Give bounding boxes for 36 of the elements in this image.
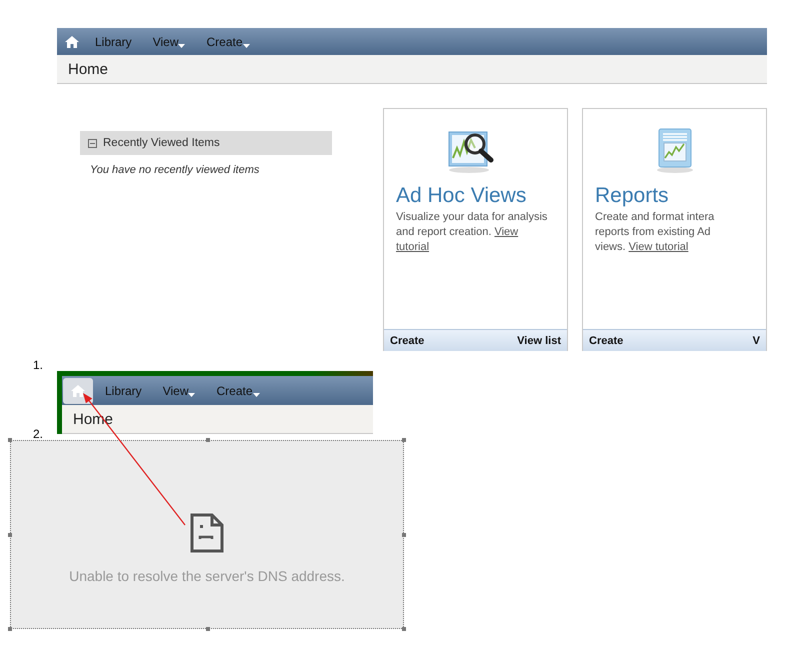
error-message: Unable to resolve the server's DNS address. bbox=[69, 568, 345, 584]
step-number: 1. bbox=[33, 359, 44, 371]
tutorial-link[interactable]: View tutorial bbox=[628, 241, 688, 253]
nav-link[interactable]: Library bbox=[95, 34, 132, 48]
card-description: and report creation. bbox=[396, 226, 492, 238]
home-icon bbox=[71, 384, 85, 396]
card-title: Reports bbox=[595, 184, 670, 208]
card-action-link[interactable]: V bbox=[752, 335, 760, 347]
card-description: reports from existing Ad bbox=[595, 226, 711, 238]
caret-icon bbox=[178, 44, 186, 48]
collapse-icon[interactable] bbox=[88, 138, 97, 148]
home-icon bbox=[65, 36, 79, 48]
empty-message: You have no recently viewed items bbox=[90, 164, 260, 176]
caret-icon bbox=[252, 393, 260, 397]
report-chart-icon bbox=[654, 128, 694, 174]
card-description: Create and format intera bbox=[595, 211, 714, 223]
nav-menu[interactable]: View bbox=[152, 34, 186, 48]
nav-link[interactable]: Library bbox=[105, 384, 142, 398]
page-title: Home bbox=[68, 60, 108, 78]
card-action-link[interactable]: View list bbox=[517, 335, 561, 347]
tutorial-link[interactable]: View bbox=[494, 226, 518, 238]
card-description: Visualize your data for analysis bbox=[396, 211, 548, 223]
nav-menu[interactable]: View bbox=[162, 384, 196, 398]
sad-document-icon bbox=[190, 513, 224, 553]
tutorial-link[interactable]: tutorial bbox=[396, 241, 430, 253]
step-number: 2. bbox=[33, 428, 44, 440]
card-action-link[interactable]: Create bbox=[589, 335, 624, 347]
card-title: Ad Hoc Views bbox=[396, 184, 528, 208]
caret-icon bbox=[242, 44, 250, 48]
nav-menu[interactable]: Create bbox=[206, 34, 250, 48]
card-action-link[interactable]: Create bbox=[390, 335, 424, 347]
home-button[interactable] bbox=[63, 378, 93, 404]
card-description: views. bbox=[595, 241, 627, 253]
nav-menu[interactable]: Create bbox=[216, 384, 260, 398]
caret-icon bbox=[188, 393, 196, 397]
panel-title: Recently Viewed Items bbox=[103, 137, 220, 149]
